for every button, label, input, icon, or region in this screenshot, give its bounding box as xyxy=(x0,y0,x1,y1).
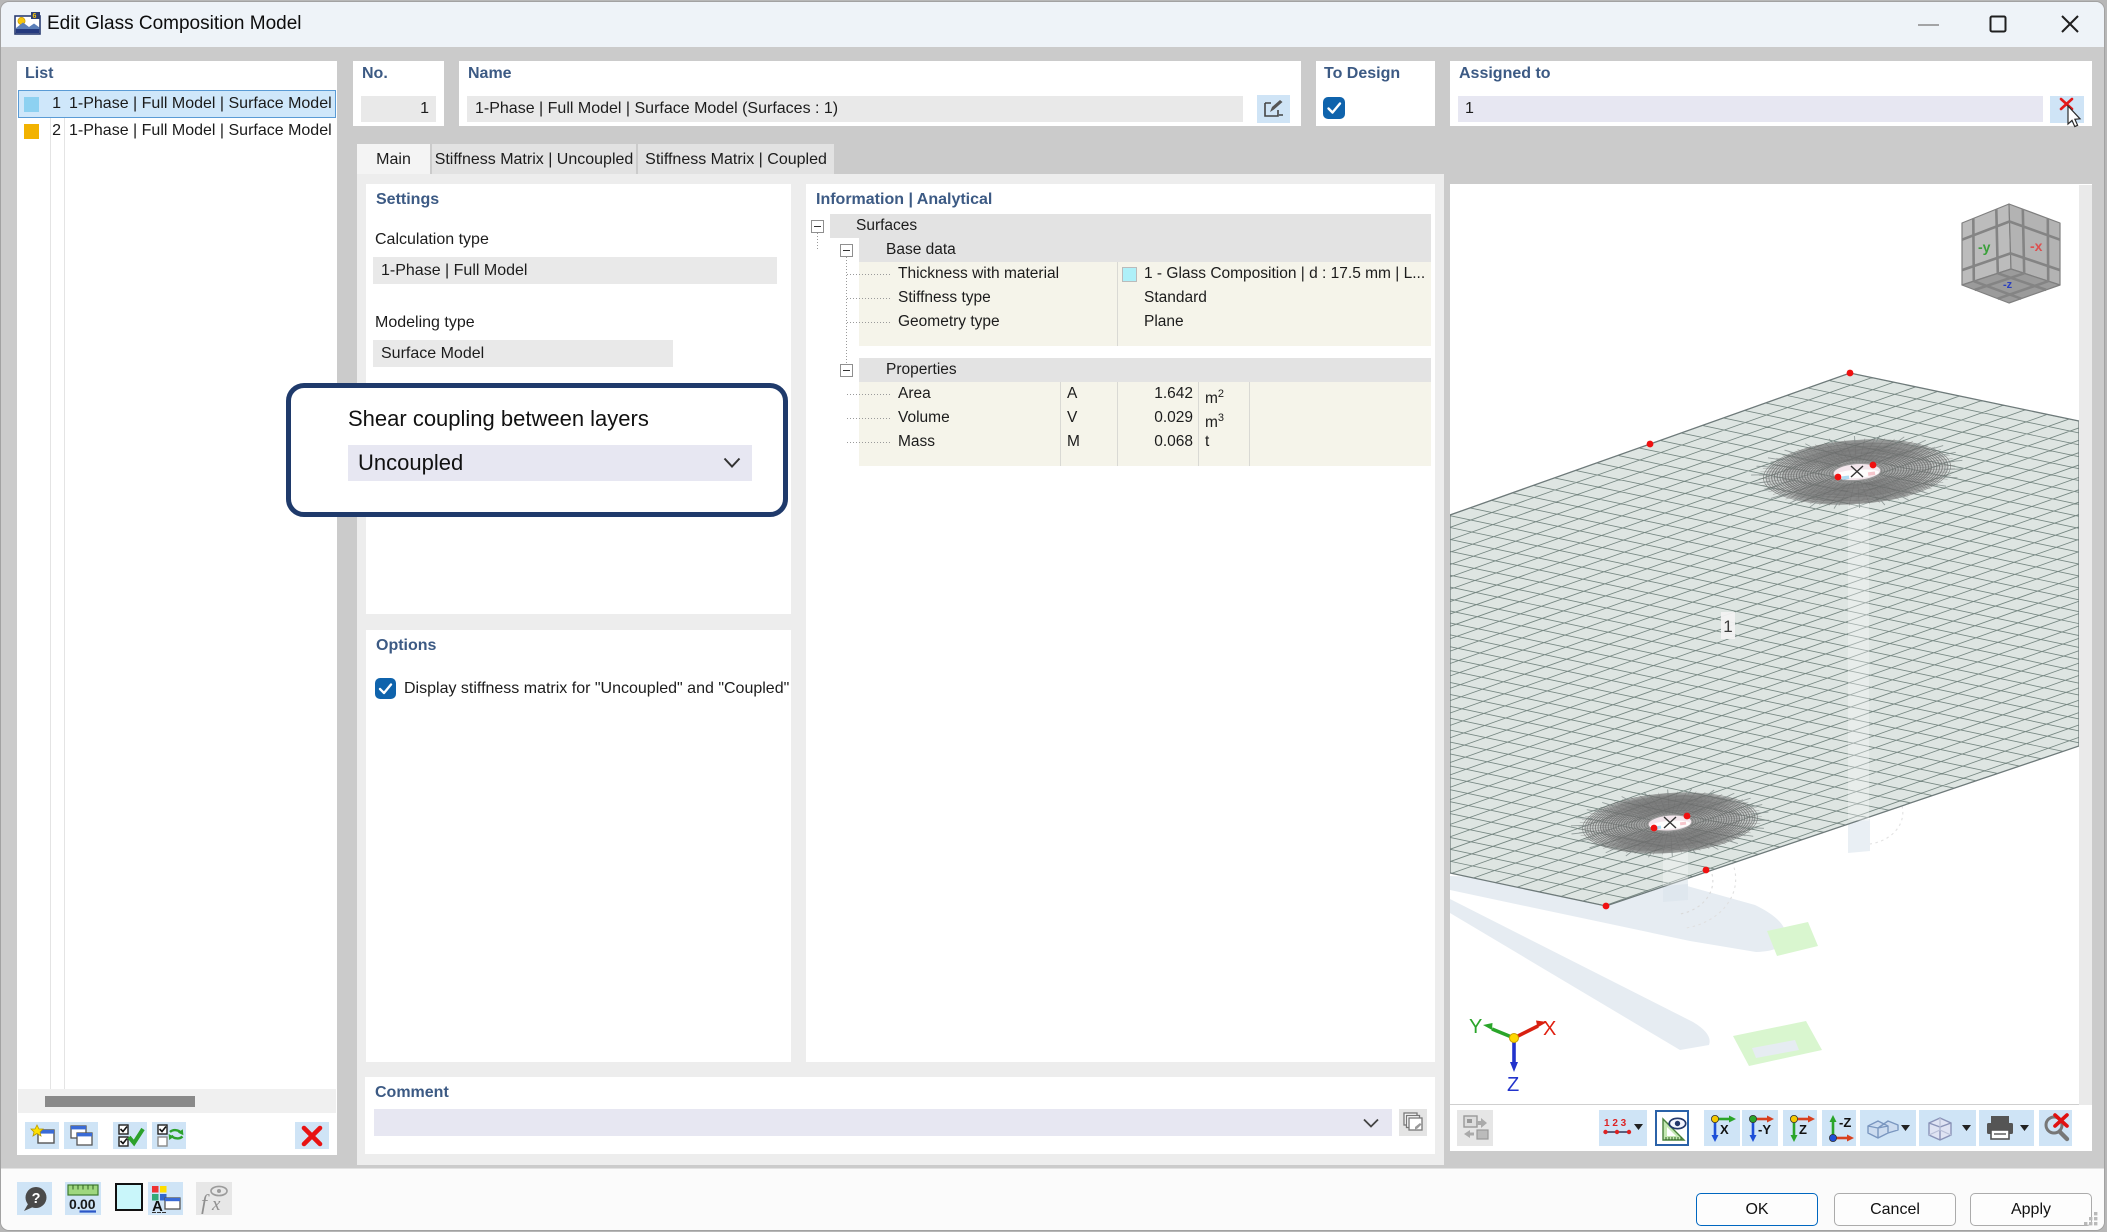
svg-text:-x: -x xyxy=(2030,238,2043,254)
svg-text:0.: 0. xyxy=(69,1196,81,1212)
svg-text:00: 00 xyxy=(80,1196,96,1212)
svg-text:?: ? xyxy=(32,1191,41,1207)
svg-text:X: X xyxy=(1720,1122,1729,1137)
svg-text:x: x xyxy=(211,1194,221,1214)
svg-text:1 2 3: 1 2 3 xyxy=(1604,1118,1627,1129)
svg-text:X: X xyxy=(1543,1018,1556,1040)
svg-text:A: A xyxy=(152,1198,163,1213)
svg-text:6: 6 xyxy=(33,13,37,20)
svg-text:Z: Z xyxy=(1507,1074,1519,1096)
svg-text:-z: -z xyxy=(2003,279,2013,291)
svg-text:-y: -y xyxy=(1978,239,1991,255)
svg-text:f: f xyxy=(201,1190,210,1214)
svg-text:-Z: -Z xyxy=(1839,1115,1851,1130)
svg-text:Z: Z xyxy=(1799,1122,1807,1137)
svg-text:Y: Y xyxy=(1469,1016,1482,1038)
svg-text:-Y: -Y xyxy=(1758,1122,1771,1137)
svg-text:1: 1 xyxy=(1723,617,1732,636)
